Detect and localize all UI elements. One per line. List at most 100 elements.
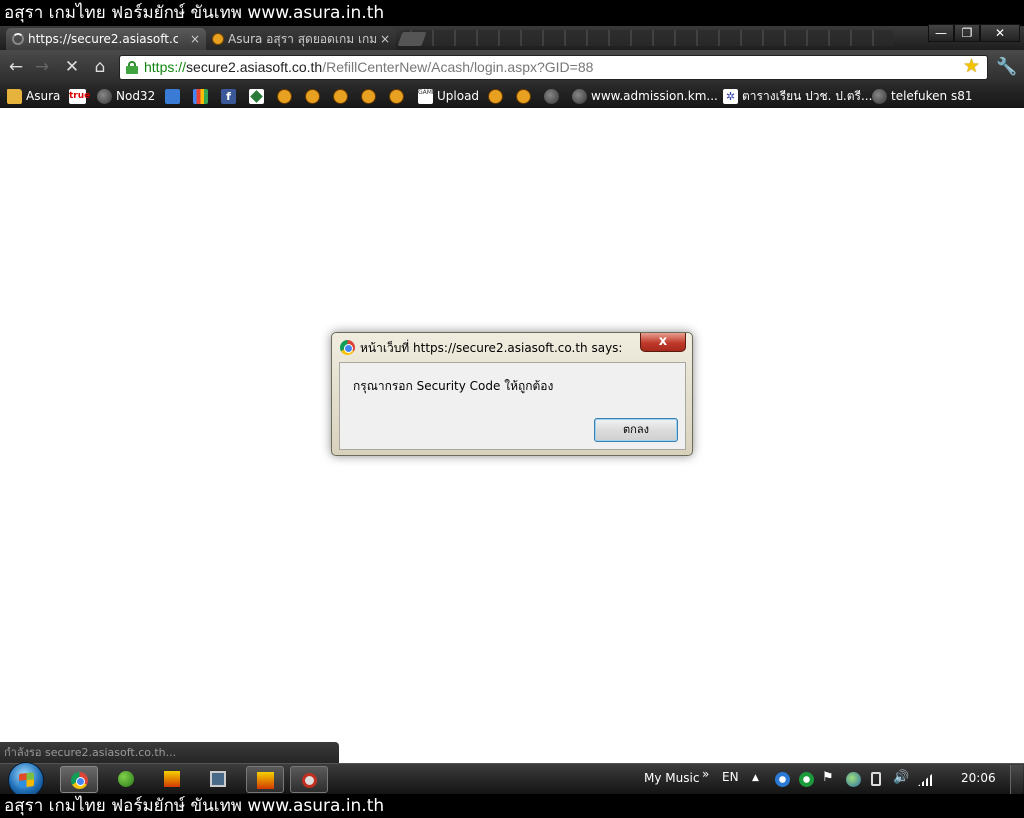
taskbar-game-button[interactable] (246, 766, 284, 793)
address-bar[interactable]: https://secure2.asiasoft.co.th/RefillCen… (119, 55, 988, 80)
bookmark-face-4[interactable] (361, 88, 380, 104)
bookmark-face-1[interactable] (277, 88, 296, 104)
bottom-banner: อสุรา เกมไทย ฟอร์มยักษ์ ขันเทพ www.asura… (0, 794, 1024, 818)
bookmark-label: ตารางเรียน ปวช. ป.ตรี... (742, 89, 873, 103)
signal-icon[interactable] (918, 774, 932, 786)
monitor-icon[interactable] (210, 771, 226, 787)
messenger-icon[interactable] (118, 771, 134, 787)
bookmark-google[interactable] (193, 88, 212, 104)
folder-icon (7, 88, 22, 104)
new-tab-button[interactable] (397, 32, 427, 46)
chrome-icon (71, 772, 88, 789)
tab-close-icon[interactable]: × (190, 28, 200, 50)
face-icon (488, 88, 503, 104)
windows-logo-icon (19, 772, 34, 788)
dialog-close-button[interactable]: x (640, 333, 686, 352)
globe-icon (97, 88, 112, 104)
face-icon (389, 88, 404, 104)
app-icon (302, 773, 317, 788)
tab-title: Asura อสุรา สุดยอดเกม เกมส์... (228, 32, 378, 46)
home-button[interactable]: ⌂ (89, 57, 111, 77)
my-music-toolbar[interactable]: My Music (644, 771, 699, 785)
bookmark-upload[interactable]: GAME INDY Upload (418, 88, 479, 104)
game-launcher-icon (257, 772, 274, 789)
tab-strip: https://secure2.asiasoft.co.th × Asura อ… (0, 26, 1024, 50)
forward-button[interactable]: → (31, 57, 53, 77)
ok-button[interactable]: ตกลง (594, 418, 678, 442)
bookmark-label: Asura (26, 89, 61, 103)
game-icon: GAME INDY (418, 88, 452, 104)
bookmark-face-6[interactable] (488, 88, 507, 104)
tab-title: https://secure2.asiasoft.co.th (28, 32, 178, 46)
start-button[interactable] (8, 762, 44, 798)
bookmark-nod32[interactable]: Nod32 (97, 88, 155, 104)
battery-icon[interactable] (871, 772, 881, 786)
globe-icon (572, 88, 587, 104)
bookmark-star-icon[interactable]: ★ (963, 55, 980, 77)
tab-secure2-asiasoft[interactable]: https://secure2.asiasoft.co.th × (6, 28, 206, 50)
bookmark-facebook[interactable]: f (221, 88, 240, 104)
face-icon (277, 88, 292, 104)
wrench-menu-icon[interactable]: 🔧 (996, 57, 1017, 77)
network-icon[interactable] (846, 772, 861, 787)
true-icon: true (69, 88, 90, 104)
tray-app-icon[interactable] (799, 772, 814, 787)
status-bubble: กำลังรอ secure2.asiasoft.co.th... (0, 742, 339, 763)
dialog-body: กรุณากรอก Security Code ให้ถูกต้อง ตกลง (339, 362, 686, 450)
taskbar: My Music » EN ▲ ⚑ 🔊 20:06 (0, 762, 1024, 798)
face-icon (516, 88, 531, 104)
bookmark-diamond[interactable] (249, 88, 268, 104)
tabstrip-decoration (400, 30, 894, 46)
url-path: /RefillCenterNew/Acash/login.aspx?GID=88 (322, 59, 594, 75)
window-close-button[interactable]: ✕ (980, 24, 1020, 42)
face-icon (333, 88, 348, 104)
stop-button[interactable]: ✕ (61, 57, 83, 77)
lock-icon[interactable] (126, 61, 138, 74)
show-hidden-icons-icon[interactable]: ▲ (752, 773, 767, 788)
minimize-button[interactable]: — (928, 24, 954, 42)
toolbar-chevron-icon[interactable]: » (702, 767, 709, 781)
bookmark-globe[interactable] (544, 88, 563, 104)
tab-asura[interactable]: Asura อสุรา สุดยอดเกม เกมส์... × (206, 28, 396, 50)
loading-spinner-icon (12, 33, 24, 45)
bookmark-face-3[interactable] (333, 88, 352, 104)
show-desktop-button[interactable] (1010, 765, 1023, 794)
volume-icon[interactable]: 🔊 (893, 770, 909, 785)
facebook-icon: f (221, 88, 236, 104)
tray-app-icon[interactable] (775, 772, 790, 787)
globe-icon (544, 88, 559, 104)
tab-close-icon[interactable]: × (380, 28, 390, 50)
bookmark-asura[interactable]: Asura (7, 88, 60, 104)
url-scheme: https:// (144, 59, 187, 75)
url-host: secure2.asiasoft.co.th (186, 59, 323, 75)
bookmark-face-7[interactable] (516, 88, 535, 104)
dialog-message: กรุณากรอก Security Code ให้ถูกต้อง (353, 379, 554, 393)
bookmark-label: Nod32 (116, 89, 156, 103)
back-button[interactable]: ← (5, 57, 27, 77)
asura-favicon-icon (212, 33, 224, 45)
alert-dialog: หน้าเว็บที่ https://secure2.asiasoft.co.… (331, 332, 693, 456)
bookmark-admission[interactable]: www.admission.km... (572, 88, 718, 104)
clock[interactable]: 20:06 (961, 771, 996, 785)
face-icon (305, 88, 320, 104)
bookmark-label: www.admission.km... (591, 89, 718, 103)
chrome-icon (340, 340, 355, 355)
bookmark-face-2[interactable] (305, 88, 324, 104)
language-indicator[interactable]: EN (722, 770, 739, 784)
university-icon: ✲ (723, 88, 738, 104)
google-icon (193, 88, 208, 104)
bookmarks-bar: Asura true Nod32 f GAME INDY Upload www.a… (0, 84, 1024, 108)
maximize-button[interactable]: ❐ (954, 24, 980, 42)
game-launcher-icon[interactable] (164, 771, 180, 787)
action-center-flag-icon[interactable]: ⚑ (822, 770, 837, 785)
bookmark-timetable[interactable]: ✲ ตารางเรียน ปวช. ป.ตรี... (723, 88, 872, 104)
taskbar-app-button[interactable] (290, 766, 328, 793)
bookmark-translate[interactable] (165, 88, 184, 104)
browser-toolbar: ← → ✕ ⌂ https://secure2.asiasoft.co.th/R… (0, 50, 1024, 84)
bookmark-telefuken[interactable]: telefuken s81 (872, 88, 972, 104)
bookmark-true[interactable]: true (69, 88, 90, 104)
taskbar-chrome-button[interactable] (60, 766, 98, 793)
face-icon (361, 88, 376, 104)
bookmark-face-5[interactable] (389, 88, 408, 104)
translate-icon (165, 88, 180, 104)
